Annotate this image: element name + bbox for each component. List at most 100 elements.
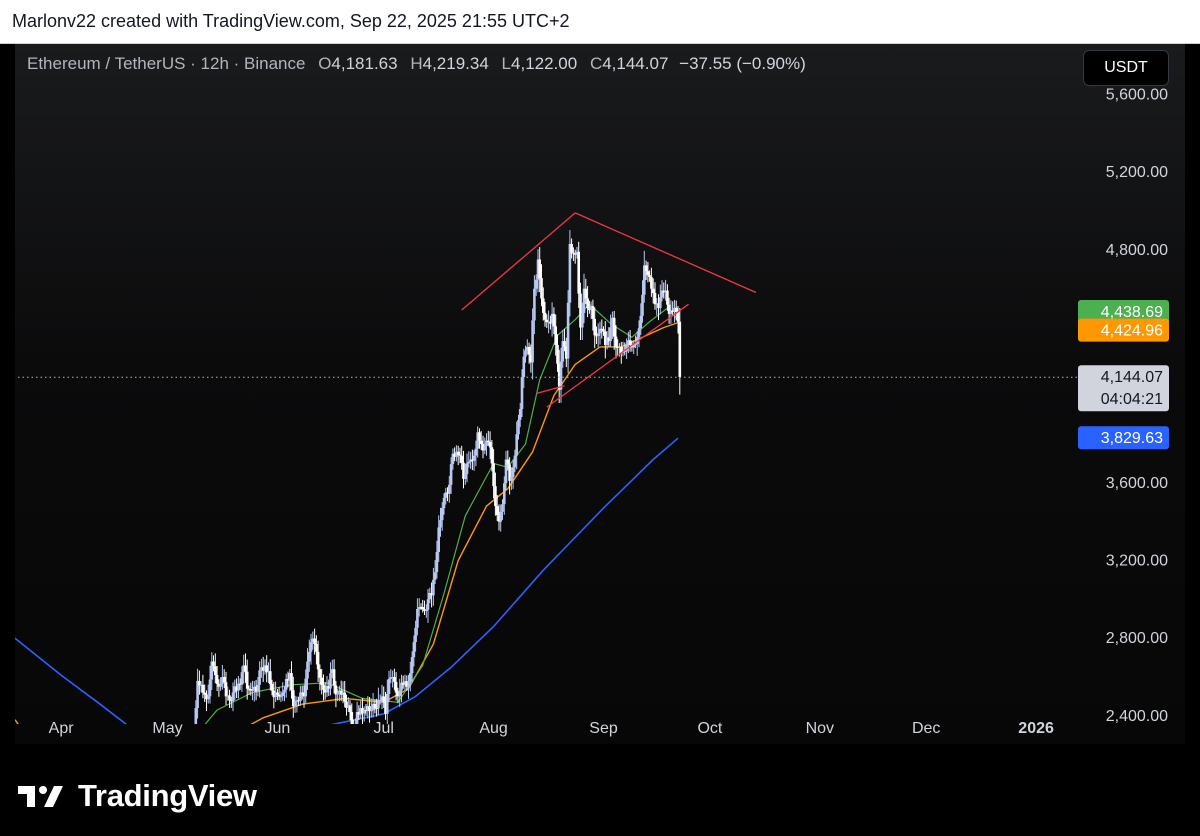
candle-body — [513, 455, 517, 468]
chart-panel[interactable]: 5,600.00 5,200.00 4,800.00 3,600.00 3,200.00… — [15, 44, 1185, 744]
footer: TradingView — [0, 744, 1200, 836]
candle-body — [370, 710, 373, 712]
candle-body — [609, 327, 612, 342]
candle-body — [666, 290, 669, 305]
x-axis-tick-label: Apr — [49, 720, 75, 737]
candle-body — [524, 350, 527, 357]
candle-body — [467, 461, 471, 464]
candle-body — [570, 244, 573, 253]
candle-body — [559, 361, 563, 390]
tradingview-logo[interactable]: TradingView — [18, 778, 257, 814]
candle-body — [487, 440, 490, 443]
candle-body — [510, 477, 513, 481]
candle-body — [458, 454, 462, 456]
x-axis-tick-label: Aug — [479, 720, 507, 737]
candle-body — [577, 251, 580, 294]
candle-body — [416, 609, 419, 628]
candle-body — [193, 735, 196, 736]
price-label: 3,829.63 — [1101, 430, 1163, 447]
candle-body — [584, 288, 588, 299]
candle-body — [641, 294, 644, 316]
candle-body — [495, 506, 499, 516]
close-value: 4,144.07 — [602, 54, 669, 73]
candle-body — [639, 315, 643, 329]
candle-body — [520, 377, 524, 409]
last-price-label: 4,144.07 — [1101, 369, 1163, 386]
candle-body — [612, 317, 616, 337]
candle-body — [206, 696, 210, 700]
candle-body — [414, 627, 417, 643]
candle-body — [531, 320, 534, 363]
candle-body — [332, 669, 336, 686]
candle-body — [284, 679, 288, 690]
candle-body — [387, 679, 391, 694]
candle-body — [449, 464, 453, 485]
candle-body — [644, 265, 648, 272]
candle-body — [215, 675, 219, 684]
candle-body — [398, 690, 401, 697]
candle-body — [304, 678, 307, 697]
y-axis-tick-label: 5,200.00 — [1106, 164, 1168, 181]
price-label: 4,424.96 — [1101, 323, 1163, 340]
candle-body — [538, 259, 541, 278]
y-axis-tick-label: 4,800.00 — [1106, 242, 1168, 259]
x-axis-tick-label: Oct — [697, 720, 722, 737]
open-label: O — [318, 54, 332, 73]
candle-body — [198, 680, 201, 686]
candle-body — [386, 694, 389, 714]
candle-body — [410, 657, 414, 674]
candle-body — [432, 579, 435, 596]
low-value: 4,122.00 — [511, 54, 578, 73]
high-value: 4,219.34 — [422, 54, 489, 73]
open-value: 4,181.63 — [331, 54, 398, 73]
symbol-info: Ethereum / TetherUS · 12h · Binance — [27, 54, 306, 73]
candle-body — [545, 319, 549, 322]
y-axis-tick-label: 5,600.00 — [1106, 87, 1168, 104]
candle-body — [320, 677, 323, 685]
candle-body — [214, 666, 217, 676]
candle-body — [258, 670, 261, 685]
x-axis-tick-label: Nov — [806, 720, 834, 737]
currency-button[interactable]: USDT — [1083, 50, 1169, 86]
candle-body — [299, 692, 302, 702]
y-axis-tick-label: 3,200.00 — [1106, 553, 1168, 570]
candle-body — [517, 419, 520, 435]
candle-body — [440, 508, 444, 521]
candle-body — [343, 692, 346, 702]
candle-body — [648, 275, 651, 277]
candle-body — [433, 572, 437, 580]
candle-body — [421, 607, 424, 610]
candle-body — [313, 638, 316, 644]
candle-body — [256, 684, 260, 692]
candle-body — [329, 673, 332, 689]
candle-body — [244, 665, 247, 672]
candle-body — [237, 683, 240, 691]
candle-body — [231, 692, 235, 702]
candle-body — [554, 326, 557, 345]
price-chart[interactable]: 5,600.00 5,200.00 4,800.00 3,600.00 3,200.00… — [15, 44, 1185, 744]
candle-body — [407, 681, 410, 687]
candle-body — [527, 346, 531, 355]
candle-body — [650, 277, 653, 289]
candle-body — [572, 252, 575, 254]
candle-body — [479, 440, 483, 444]
x-axis-tick-label: Jun — [265, 720, 291, 737]
candle-body — [674, 307, 678, 312]
candle-body — [378, 700, 382, 702]
candle-body — [646, 271, 650, 276]
candle-body — [490, 447, 494, 464]
candle-body — [499, 511, 502, 522]
candle-body — [348, 705, 352, 712]
candle-body — [352, 727, 355, 736]
candle-body — [472, 455, 476, 461]
candle-body — [306, 661, 309, 679]
candle-body — [222, 677, 226, 683]
candle-body — [522, 356, 526, 377]
low-label: L — [501, 54, 512, 73]
candle-body — [412, 642, 416, 658]
price-label: 4,438.69 — [1101, 304, 1163, 321]
symbol-legend: Ethereum / TetherUS · 12h · Binance O4,1… — [27, 54, 806, 74]
x-axis-tick-label: Jul — [373, 720, 393, 737]
candle-body — [290, 673, 293, 691]
candle-body — [276, 692, 279, 695]
